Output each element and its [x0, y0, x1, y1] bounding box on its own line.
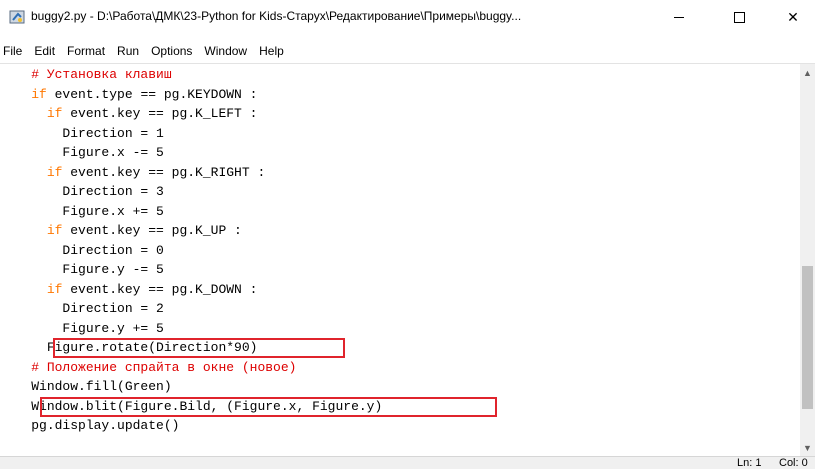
code-text: event.key == pg.K_LEFT : [62, 106, 258, 121]
code-keyword: if [46, 164, 63, 180]
code-line: if event.key == pg.K_DOWN : [0, 281, 258, 299]
code-comment: # Положение спрайта в окне (новое) [31, 359, 297, 375]
menu-window[interactable]: Window [204, 44, 247, 58]
code-text: Direction = 2 [62, 301, 164, 316]
code-line: pg.display.update() [0, 417, 179, 435]
code-line: if event.key == pg.K_RIGHT : [0, 164, 265, 182]
minimize-button[interactable] [656, 0, 702, 34]
code-line: # Положение спрайта в окне (новое) [0, 359, 296, 377]
scrollbar-thumb[interactable] [802, 266, 813, 409]
code-line: Window.fill(Green) [0, 378, 172, 396]
code-comment: # Установка клавиш [31, 67, 172, 82]
status-col: Col: 0 [779, 457, 808, 469]
code-text: Direction = 1 [62, 125, 164, 141]
code-line: Figure.y += 5 [0, 320, 164, 338]
status-bar: Ln: 1 Col: 0 [0, 456, 815, 469]
title-bar[interactable]: buggy2.py - D:\Работа\ДМК\23-Python for … [0, 0, 815, 34]
code-line: Figure.y -= 5 [0, 261, 164, 279]
code-line: Direction = 3 [0, 183, 164, 201]
code-line: if event.key == pg.K_LEFT : [0, 105, 258, 123]
code-text: Figure.x -= 5 [62, 145, 164, 160]
code-line: Figure.x -= 5 [0, 144, 164, 162]
menu-format[interactable]: Format [67, 44, 105, 58]
code-line: # Установка клавиш [0, 66, 172, 84]
minimize-icon [674, 16, 684, 18]
code-text: event.key == pg.K_UP : [62, 223, 242, 238]
code-keyword: if [46, 223, 63, 238]
window-title: buggy2.py - D:\Работа\ДМК\23-Python for … [31, 9, 522, 23]
code-text: Figure.y -= 5 [62, 262, 164, 277]
menu-run[interactable]: Run [117, 44, 139, 58]
code-keyword: if [46, 281, 63, 297]
code-line: Direction = 1 [0, 125, 164, 143]
code-text: Direction = 0 [62, 242, 164, 258]
code-text: event.key == pg.K_RIGHT : [62, 164, 266, 180]
status-line: Ln: 1 [737, 457, 762, 469]
code-line: if event.key == pg.K_UP : [0, 222, 242, 240]
menu-options[interactable]: Options [151, 44, 192, 58]
code-text: Figure.x += 5 [62, 203, 164, 219]
code-text: pg.display.update() [31, 418, 180, 433]
scroll-up-arrow-icon[interactable]: ▲ [800, 64, 815, 81]
menu-edit[interactable]: Edit [34, 44, 55, 58]
code-text: event.key == pg.K_DOWN : [62, 281, 258, 297]
code-text: event.type == pg.KEYDOWN : [46, 86, 258, 102]
menu-bar: File Edit Format Run Options Window Help [0, 41, 815, 61]
maximize-button[interactable] [716, 0, 762, 34]
close-button[interactable]: ✕ [770, 0, 815, 34]
code-text: Direction = 3 [62, 184, 164, 199]
idle-app-icon [9, 10, 25, 24]
menu-file[interactable]: File [3, 44, 22, 58]
code-text: Window.fill(Green) [31, 379, 172, 394]
close-icon: ✕ [787, 8, 799, 25]
highlight-box-blit [40, 397, 497, 417]
maximize-icon [733, 11, 745, 23]
scroll-down-arrow-icon[interactable]: ▼ [800, 439, 815, 456]
code-line: Figure.x += 5 [0, 203, 164, 221]
code-line: Direction = 2 [0, 300, 164, 318]
code-line: Direction = 0 [0, 242, 164, 260]
code-keyword: if [31, 86, 47, 102]
code-text: Figure.y += 5 [62, 320, 164, 336]
code-keyword: if [46, 106, 63, 121]
code-line: if event.type == pg.KEYDOWN : [0, 86, 257, 104]
highlight-box-rotate [53, 338, 345, 358]
menu-help[interactable]: Help [259, 44, 284, 58]
